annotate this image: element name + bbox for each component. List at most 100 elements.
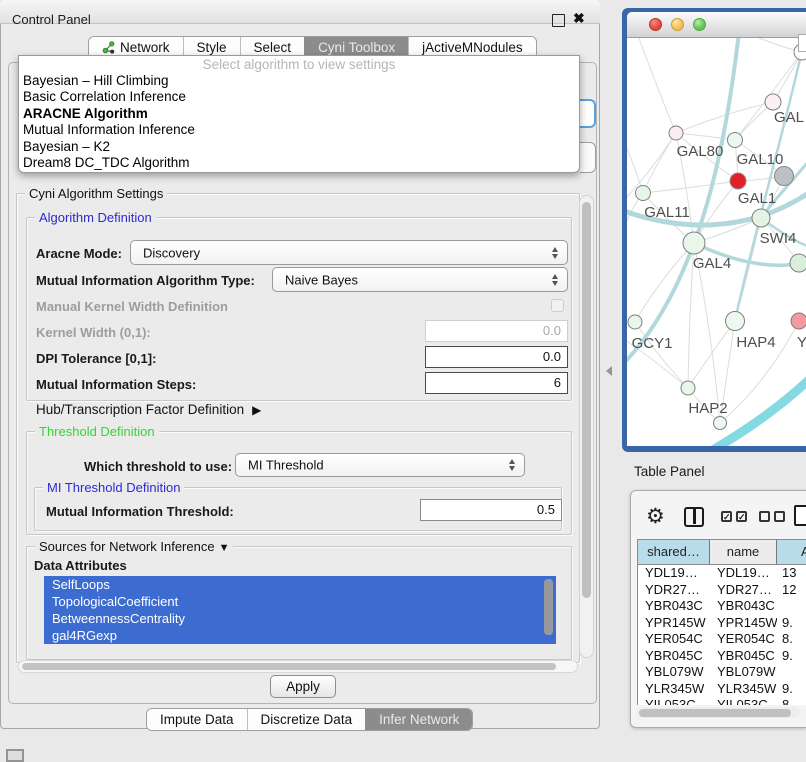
algorithm-combo-edge[interactable] bbox=[580, 99, 596, 128]
dropdown-placeholder: Select algorithm to view settings bbox=[19, 56, 579, 73]
node-label-hap2: HAP2 bbox=[688, 400, 727, 417]
control-panel-title: Control Panel bbox=[12, 12, 91, 27]
node-label-y: Y bbox=[797, 334, 806, 351]
dropdown-item[interactable]: Bayesian – Hill Climbing bbox=[19, 73, 579, 89]
manual-kernel-checkbox[interactable] bbox=[551, 299, 564, 312]
sources-group-title[interactable]: Sources for Network Inference▼ bbox=[35, 539, 233, 554]
table-horizontal-scrollbar[interactable] bbox=[637, 707, 800, 718]
table-row[interactable]: YLR345WYLR345W9. bbox=[638, 681, 806, 698]
aracne-mode-combo[interactable]: Discovery bbox=[130, 240, 568, 265]
column-header-name[interactable]: name bbox=[710, 540, 777, 564]
attribute-item-selected[interactable]: TopologicalCoefficient bbox=[44, 593, 556, 610]
node-gal1[interactable] bbox=[752, 209, 770, 227]
deselect-all-icon[interactable] bbox=[759, 511, 785, 522]
node-gal4[interactable] bbox=[683, 232, 705, 254]
node[interactable] bbox=[714, 417, 727, 430]
table-row[interactable]: YIL053CYIL053C8. bbox=[638, 697, 806, 705]
node-label-gal10: GAL10 bbox=[737, 151, 784, 168]
table-row[interactable]: YER054CYER054C8. bbox=[638, 631, 806, 648]
table-row[interactable]: YBR045CYBR045C9. bbox=[638, 648, 806, 665]
cell: YIL053C bbox=[638, 697, 710, 705]
table-row[interactable]: YBR043CYBR043C bbox=[638, 598, 806, 615]
close-icon[interactable]: ✖ bbox=[573, 10, 585, 27]
table-horizontal-scrollbar-thumb[interactable] bbox=[639, 709, 791, 717]
dpi-tolerance-field[interactable]: 0.0 bbox=[425, 346, 568, 368]
data-attributes-list[interactable]: SelfLoops TopologicalCoefficient Between… bbox=[44, 576, 556, 644]
dropdown-item[interactable]: Bayesian – K2 bbox=[19, 139, 579, 155]
settings-horizontal-scrollbar-thumb[interactable] bbox=[22, 663, 556, 670]
table-row[interactable]: YDL19…YDL19…13 bbox=[638, 565, 806, 582]
cell: YLR345W bbox=[710, 681, 777, 698]
cell: YPR145W bbox=[638, 615, 710, 632]
settings-horizontal-scrollbar[interactable] bbox=[18, 660, 578, 673]
column-header-partial[interactable]: A bbox=[777, 540, 806, 564]
minimize-traffic-light-icon[interactable] bbox=[671, 18, 684, 31]
gear-icon[interactable]: ⚙ bbox=[646, 504, 665, 529]
hub-definition-label: Hub/Transcription Factor Definition bbox=[36, 402, 244, 417]
dropdown-item-selected[interactable]: ARACNE Algorithm bbox=[19, 106, 579, 122]
node-y-partial[interactable] bbox=[791, 313, 806, 329]
cell: YDR27… bbox=[638, 582, 710, 599]
network-icon bbox=[102, 41, 115, 54]
network-combo-edge[interactable] bbox=[580, 142, 596, 173]
mi-algorithm-type-combo[interactable]: Naive Bayes bbox=[272, 267, 568, 292]
node-gal11[interactable] bbox=[636, 186, 651, 201]
cell: YBR045C bbox=[710, 648, 777, 665]
close-traffic-light-icon[interactable] bbox=[649, 18, 662, 31]
table-row[interactable]: YBL079WYBL079W bbox=[638, 664, 806, 681]
network-node-labels: GAL GAL80 GAL10 GAL1 GAL11 SWI4 GAL4 GCY… bbox=[632, 109, 806, 417]
dropdown-item[interactable]: Dream8 DC_TDC Algorithm bbox=[19, 155, 579, 171]
tab-discretize-data[interactable]: Discretize Data bbox=[247, 709, 366, 730]
settings-vertical-scrollbar-thumb[interactable] bbox=[582, 202, 591, 598]
tab-discretize-data-label: Discretize Data bbox=[261, 712, 353, 727]
node-label-gal80: GAL80 bbox=[677, 143, 724, 160]
dropdown-item[interactable]: Basic Correlation Inference bbox=[19, 89, 579, 105]
attributes-scrollbar-thumb[interactable] bbox=[544, 579, 553, 635]
node-hap4[interactable] bbox=[726, 312, 745, 331]
node-gal1-red[interactable] bbox=[730, 173, 746, 189]
zoom-traffic-light-icon[interactable] bbox=[693, 18, 706, 31]
network-canvas[interactable]: GAL GAL80 GAL10 GAL1 GAL11 SWI4 GAL4 GCY… bbox=[627, 38, 806, 446]
mi-steps-field[interactable]: 6 bbox=[425, 372, 568, 394]
attribute-item-selected[interactable]: SelfLoops bbox=[44, 576, 556, 593]
attribute-item-selected[interactable]: gal4RGexp bbox=[44, 627, 556, 644]
mi-threshold-field[interactable]: 0.5 bbox=[420, 499, 562, 521]
cell bbox=[777, 664, 806, 681]
select-all-icon[interactable]: ✓ ✓ bbox=[721, 511, 747, 522]
float-window-icon[interactable] bbox=[552, 14, 565, 27]
node-swi4[interactable] bbox=[790, 254, 806, 272]
file-icon[interactable] bbox=[794, 505, 806, 526]
apply-button[interactable]: Apply bbox=[270, 675, 336, 698]
cell: 8. bbox=[777, 697, 806, 705]
node-gray[interactable] bbox=[775, 167, 794, 186]
hub-definition-toggle[interactable]: Hub/Transcription Factor Definition▶ bbox=[36, 402, 261, 417]
columns-icon[interactable] bbox=[684, 507, 704, 527]
mi-algorithm-type-value: Naive Bayes bbox=[285, 272, 358, 287]
tab-infer-network[interactable]: Infer Network bbox=[365, 709, 472, 730]
manual-kernel-label: Manual Kernel Width Definition bbox=[36, 299, 228, 314]
split-pane-handle-icon[interactable] bbox=[606, 366, 612, 376]
sources-title-label: Sources for Network Inference bbox=[39, 539, 215, 554]
table-row[interactable]: YPR145WYPR145W9. bbox=[638, 615, 806, 632]
collapsed-panel-icon[interactable] bbox=[6, 749, 24, 762]
node-hap2[interactable] bbox=[681, 381, 695, 395]
settings-vertical-scrollbar[interactable] bbox=[579, 195, 594, 658]
network-side-control[interactable] bbox=[798, 34, 806, 52]
table-body[interactable]: YDL19…YDL19…13 YDR27…YDR27…12 YBR043CYBR… bbox=[637, 565, 806, 705]
node-gcy1[interactable] bbox=[628, 315, 642, 329]
node-label-gcy1: GCY1 bbox=[632, 335, 673, 352]
tab-impute-data[interactable]: Impute Data bbox=[147, 709, 247, 730]
checked-box-icon: ✓ bbox=[721, 511, 732, 522]
attribute-item-selected[interactable]: BetweennessCentrality bbox=[44, 610, 556, 627]
node-gal-partial[interactable] bbox=[765, 94, 781, 110]
checked-box-icon: ✓ bbox=[736, 511, 747, 522]
kernel-width-field[interactable]: 0.0 bbox=[425, 320, 568, 342]
table-row[interactable]: YDR27…YDR27…12 bbox=[638, 582, 806, 599]
data-attributes-label: Data Attributes bbox=[34, 558, 127, 573]
dropdown-item[interactable]: Mutual Information Inference bbox=[19, 122, 579, 138]
column-header-shared[interactable]: shared… bbox=[638, 540, 710, 564]
node-gal10[interactable] bbox=[728, 133, 743, 148]
node-label-gal1: GAL1 bbox=[738, 190, 776, 207]
node-gal80[interactable] bbox=[669, 126, 683, 140]
which-threshold-combo[interactable]: MI Threshold bbox=[235, 453, 525, 477]
